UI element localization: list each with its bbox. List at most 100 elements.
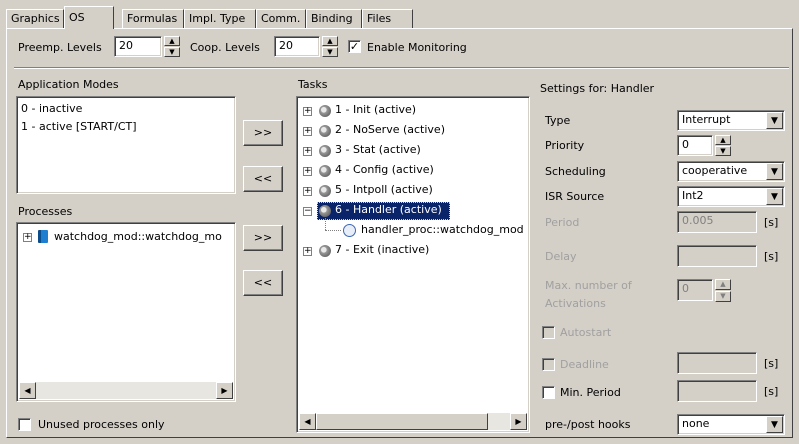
tasks-hscrollbar[interactable]: ◀ ▶ [299, 413, 527, 430]
unused-processes-checkbox[interactable] [18, 418, 31, 431]
gear-icon [319, 125, 331, 137]
priority-up-icon[interactable]: ▲ [715, 135, 731, 145]
tab-impl-type[interactable]: Impl. Type [184, 9, 256, 29]
tab-graphics[interactable]: Graphics [6, 9, 64, 29]
priority-label: Priority [545, 139, 585, 152]
coop-down-icon[interactable]: ▼ [322, 47, 338, 57]
tree-item[interactable]: 7 - Exit (inactive) [335, 243, 429, 256]
min-period-input[interactable] [677, 380, 757, 402]
deadline-checkbox[interactable] [542, 358, 555, 371]
processes-label: Processes [18, 205, 73, 218]
period-unit: [s] [764, 216, 779, 229]
gear-icon [319, 165, 331, 177]
coop-levels-label: Coop. Levels [190, 41, 260, 54]
period-input[interactable]: 0.005 [677, 211, 757, 233]
enable-monitoring-label: Enable Monitoring [367, 41, 467, 54]
preemp-levels-label: Preemp. Levels [18, 41, 102, 54]
expand-icon[interactable]: + [303, 147, 312, 156]
autostart-checkbox[interactable] [542, 326, 555, 339]
preemp-levels-input[interactable]: 20 [114, 36, 162, 57]
scheduling-label: Scheduling [545, 165, 606, 178]
tree-item[interactable]: 1 - Init (active) [335, 103, 416, 116]
separator [14, 67, 789, 69]
tab-formulas[interactable]: Formulas [122, 9, 184, 29]
expand-icon[interactable]: + [303, 107, 312, 116]
tab-label: Graphics [11, 12, 60, 25]
coop-up-icon[interactable]: ▲ [322, 36, 338, 46]
remove-process-button[interactable]: << [243, 270, 283, 296]
tree-item-selected[interactable]: 6 - Handler (active) [335, 203, 442, 216]
max-activations-input[interactable]: 0 [677, 279, 713, 301]
application-modes-list[interactable]: 0 - inactive 1 - active [START/CT] [16, 96, 236, 194]
processes-list[interactable]: + watchdog_mod::watchdog_mo ◀ ▶ [16, 222, 236, 402]
min-period-unit: [s] [764, 385, 779, 398]
scroll-left-icon[interactable]: ◀ [19, 382, 36, 399]
preemp-down-icon[interactable]: ▼ [164, 47, 180, 57]
expand-icon[interactable]: + [303, 127, 312, 136]
chevron-down-icon[interactable]: ▼ [766, 163, 783, 180]
remove-mode-button[interactable]: << [243, 166, 283, 192]
scroll-thumb[interactable] [316, 413, 488, 430]
chevron-down-icon[interactable]: ▼ [766, 416, 783, 433]
preemp-up-icon[interactable]: ▲ [164, 36, 180, 46]
settings-title: Settings for: Handler [540, 82, 655, 95]
tab-label: Files [367, 12, 392, 25]
chevron-down-icon[interactable]: ▼ [766, 188, 783, 205]
expand-icon[interactable]: + [303, 167, 312, 176]
delay-unit: [s] [764, 250, 779, 263]
min-period-checkbox[interactable] [542, 386, 555, 399]
process-icon [343, 224, 356, 237]
tree-item[interactable]: 4 - Config (active) [335, 163, 434, 176]
scroll-left-icon[interactable]: ◀ [299, 413, 316, 430]
type-label: Type [545, 114, 571, 127]
tab-label: Impl. Type [189, 12, 246, 25]
tab-label: OS [69, 11, 85, 24]
collapse-icon[interactable]: − [303, 207, 312, 216]
gear-icon [319, 185, 331, 197]
check-icon: ✓ [349, 40, 360, 53]
scroll-right-icon[interactable]: ▶ [216, 382, 233, 399]
max-activations-down-icon[interactable]: ▼ [715, 291, 731, 302]
list-item[interactable]: 0 - inactive [21, 102, 82, 115]
max-activations-label-line1: Max. number of [545, 279, 632, 292]
tab-binding[interactable]: Binding [306, 9, 362, 29]
gear-icon [319, 105, 331, 117]
delay-input[interactable] [677, 245, 757, 267]
expand-icon[interactable]: + [303, 187, 312, 196]
priority-input[interactable]: 0 [677, 135, 713, 156]
tree-line [325, 230, 341, 231]
deadline-label: Deadline [560, 358, 609, 371]
expand-icon[interactable]: + [23, 233, 32, 242]
coop-levels-input[interactable]: 20 [274, 36, 320, 57]
tree-item[interactable]: handler_proc::watchdog_mod [361, 223, 524, 236]
min-period-label: Min. Period [560, 386, 621, 399]
gear-icon [319, 145, 331, 157]
tree-item[interactable]: 5 - Intpoll (active) [335, 183, 433, 196]
delay-label: Delay [545, 250, 577, 263]
max-activations-up-icon[interactable]: ▲ [715, 279, 731, 290]
enable-monitoring-checkbox[interactable]: ✓ [348, 40, 361, 53]
tab-files[interactable]: Files [362, 9, 413, 29]
add-process-button[interactable]: >> [243, 225, 283, 251]
add-mode-button[interactable]: >> [243, 120, 283, 146]
scroll-right-icon[interactable]: ▶ [510, 413, 527, 430]
process-book-icon [38, 230, 48, 243]
tasks-label: Tasks [298, 78, 328, 91]
tab-label: Formulas [127, 12, 178, 25]
max-activations-label-line2: Activations [545, 297, 606, 310]
deadline-input[interactable] [677, 352, 757, 374]
priority-down-icon[interactable]: ▼ [715, 146, 731, 156]
tab-os[interactable]: OS [64, 6, 114, 29]
tab-label: Comm. [261, 12, 301, 25]
tree-item[interactable]: 3 - Stat (active) [335, 143, 421, 156]
tasks-tree[interactable]: + 1 - Init (active) + 2 - NoServe (activ… [296, 96, 530, 433]
processes-hscrollbar[interactable]: ◀ ▶ [19, 382, 233, 399]
list-item[interactable]: 1 - active [START/CT] [21, 120, 137, 133]
expand-icon[interactable]: + [303, 247, 312, 256]
tab-comm[interactable]: Comm. [256, 9, 306, 29]
chevron-down-icon[interactable]: ▼ [766, 112, 783, 129]
unused-processes-label: Unused processes only [38, 418, 165, 431]
list-item[interactable]: watchdog_mod::watchdog_mo [54, 230, 222, 243]
tree-item[interactable]: 2 - NoServe (active) [335, 123, 445, 136]
autostart-label: Autostart [560, 326, 612, 339]
